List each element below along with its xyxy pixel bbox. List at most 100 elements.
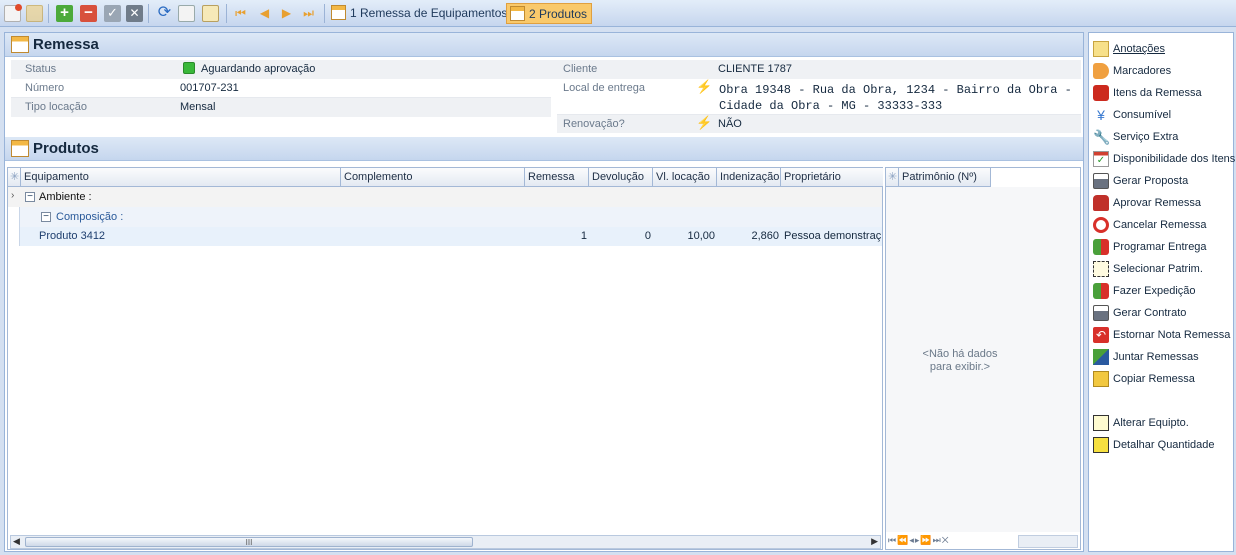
column-header-vl-locacao[interactable]: Vl. locação	[653, 168, 717, 187]
local-entrega-value[interactable]: Obra 19348 - Rua da Obra, 1234 - Bairro …	[719, 82, 1072, 114]
tab-produtos[interactable]: 2 Produtos	[506, 3, 593, 24]
printer-icon	[1093, 173, 1109, 189]
numero-label: Número	[25, 82, 65, 94]
edit-document-icon	[1093, 415, 1109, 431]
printer-icon	[1093, 305, 1109, 321]
lock-icon[interactable]	[26, 5, 43, 22]
check-icon[interactable]: ✓	[104, 5, 121, 22]
cell-remessa: 1	[580, 230, 587, 242]
grid-settings-icon[interactable]: ✳	[886, 168, 899, 187]
no-data-line2: para exibir.>	[929, 361, 991, 373]
navigator-prev-page-icon[interactable]: ⏪	[897, 535, 909, 545]
group-composicao-label: Composição :	[56, 211, 124, 223]
navigator-first-icon[interactable]: ⏮	[888, 535, 897, 545]
collapse-icon[interactable]: −	[41, 212, 51, 222]
table-icon	[11, 36, 29, 53]
edit-form-icon[interactable]	[202, 5, 219, 22]
truck-ship-icon	[1093, 283, 1109, 299]
column-header-complemento[interactable]: Complemento	[341, 168, 525, 187]
actions-sidebar: Anotações Marcadores Itens da Remessa ¥ C…	[1088, 32, 1235, 552]
produtos-header: Produtos	[5, 137, 1083, 161]
cell-devolucao: 0	[644, 230, 651, 242]
cliente-value[interactable]: CLIENTE 1787	[718, 63, 792, 75]
cliente-label: Cliente	[563, 63, 598, 75]
remessa-header: Remessa	[5, 33, 1083, 57]
column-header-proprietario[interactable]: Proprietário	[781, 168, 883, 187]
cancel-icon[interactable]: ✕	[126, 5, 143, 22]
next-record-icon[interactable]: ▶	[278, 5, 295, 22]
record-navigator[interactable]: ⏮⏪◂▸⏩⏭✕	[888, 535, 1078, 549]
local-entrega-label: Local de entrega	[563, 82, 645, 94]
tipo-locacao-value[interactable]: Mensal	[180, 101, 215, 113]
local-entrega-line1: Obra 19348 - Rua da Obra, 1234 - Bairro …	[719, 83, 1072, 97]
lightning-icon[interactable]: ⚡	[696, 79, 712, 95]
cell-indenizacao: 2,860	[751, 230, 779, 242]
status-indicator-icon	[183, 62, 195, 74]
cancel-circle-icon	[1093, 217, 1109, 233]
status-value: Aguardando aprovação	[201, 63, 316, 75]
remessa-form: Status Aguardando aprovação Número 00170…	[5, 57, 1083, 133]
tab-produtos-label: 2 Produtos	[529, 7, 588, 21]
notes-icon	[1093, 41, 1109, 57]
tab-remessa-equipamentos[interactable]: 1 Remessa de Equipamentos	[328, 3, 511, 24]
grid-settings-icon[interactable]: ✳	[8, 168, 21, 187]
collapse-icon[interactable]: −	[25, 192, 35, 202]
row-indicator-icon: ›	[11, 190, 15, 201]
column-header-indenizacao[interactable]: Indenização	[717, 168, 781, 187]
no-data-message: <Não há dados para exibir.>	[886, 348, 1034, 374]
numero-value[interactable]: 001707-231	[180, 82, 239, 94]
produtos-grid: ✳ Equipamento Complemento Remessa Devolu…	[7, 167, 883, 550]
produtos-title: Produtos	[33, 140, 99, 157]
truck-schedule-icon	[1093, 239, 1109, 255]
navigator-last-icon[interactable]: ⏭	[933, 535, 942, 545]
cell-equipamento: Produto 3412	[39, 230, 106, 242]
scroll-left-icon[interactable]: ◀	[13, 536, 20, 547]
lightning-icon[interactable]: ⚡	[696, 115, 712, 131]
detail-icon	[1093, 437, 1109, 453]
preview-icon[interactable]	[178, 5, 195, 22]
wrench-icon: 🔧	[1093, 129, 1111, 145]
remessa-title: Remessa	[33, 36, 99, 53]
renovacao-label: Renovação?	[563, 118, 625, 130]
last-record-icon[interactable]: ⏭	[300, 5, 317, 22]
column-header-remessa[interactable]: Remessa	[525, 168, 589, 187]
column-header-patrimonio[interactable]: Patrimônio (Nº)	[899, 168, 991, 187]
table-row[interactable]: Produto 3412 1 0 10,00 2,860 Pessoa demo…	[8, 227, 882, 246]
tipo-locacao-label: Tipo locação	[25, 101, 87, 113]
renovacao-value[interactable]: NÃO	[718, 118, 742, 130]
group-ambiente-label: Ambiente :	[39, 191, 92, 203]
scroll-thumb[interactable]: III	[25, 537, 473, 547]
table-icon	[510, 6, 525, 21]
prev-record-icon[interactable]: ◀	[256, 5, 273, 22]
toolbar: + − ✓ ✕ ⟳ ⏮ ◀ ▶ ⏭ 1 Remessa de Equipamen…	[0, 0, 1236, 27]
tab-remessa-label: 1 Remessa de Equipamentos	[350, 6, 508, 20]
status-label: Status	[25, 63, 57, 75]
cell-vl-locacao: 10,00	[687, 230, 715, 242]
local-entrega-line2: Cidade da Obra - MG - 33333-333	[719, 99, 943, 113]
remove-icon[interactable]: −	[80, 5, 97, 22]
navigator-next-page-icon[interactable]: ⏩	[920, 535, 932, 545]
no-data-line1: <Não há dados	[922, 348, 998, 360]
main-panel: Remessa Status Aguardando aprovação Núme…	[4, 32, 1084, 552]
horizontal-scrollbar[interactable]: ◀ III ▶	[10, 535, 881, 549]
truck-approve-icon	[1093, 195, 1109, 211]
scroll-right-icon[interactable]: ▶	[871, 536, 878, 547]
navigator-scrollbar[interactable]	[1018, 535, 1078, 548]
table-icon	[331, 5, 346, 20]
patrimonio-grid: ✳ Patrimônio (Nº) <Não há dados para exi…	[885, 167, 1081, 550]
column-header-devolucao[interactable]: Devolução	[589, 168, 653, 187]
copy-icon	[1093, 371, 1109, 387]
refresh-icon[interactable]: ⟳	[156, 5, 173, 22]
column-header-equipamento[interactable]: Equipamento	[21, 168, 341, 187]
new-record-icon[interactable]	[4, 4, 22, 22]
navigator-cancel-icon[interactable]: ✕	[942, 535, 950, 545]
table-icon	[11, 140, 29, 157]
group-row-composicao[interactable]: − Composição :	[8, 207, 882, 227]
calendar-check-icon: ✓	[1093, 151, 1109, 167]
truck-icon	[1093, 85, 1109, 101]
group-row-ambiente[interactable]: › − Ambiente :	[8, 187, 882, 207]
funnel-icon: ¥	[1097, 107, 1105, 123]
add-icon[interactable]: +	[56, 5, 73, 22]
first-record-icon[interactable]: ⏮	[232, 5, 249, 22]
merge-icon	[1093, 349, 1109, 365]
